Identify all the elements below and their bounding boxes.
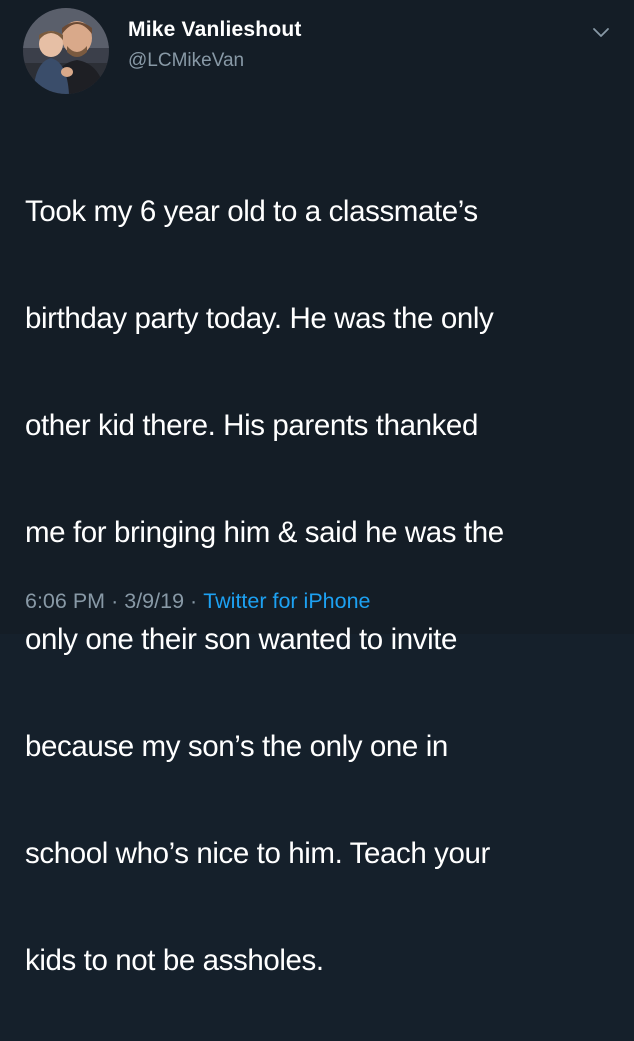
tweet-date[interactable]: 3/9/19 xyxy=(124,589,184,613)
tweet-text-line: me for bringing him & said he was the xyxy=(25,515,504,549)
tweet-text-line: only one their son wanted to invite xyxy=(25,622,458,656)
meta-separator: · xyxy=(190,589,198,613)
tweet-text-line: birthday party today. He was the only xyxy=(25,301,494,335)
author-avatar[interactable] xyxy=(23,8,109,94)
chevron-down-icon[interactable] xyxy=(590,22,612,44)
avatar-photo xyxy=(23,8,109,94)
tweet-text-line: because my son’s the only one in xyxy=(25,729,448,763)
meta-separator: · xyxy=(111,589,119,613)
tweet-text-line: other kid there. His parents thanked xyxy=(25,408,478,442)
tweet-text-line: kids to not be assholes. xyxy=(25,943,324,977)
tweet-meta: 6:06 PM · 3/9/19 · Twitter for iPhone xyxy=(25,589,371,614)
author-display-name[interactable]: Mike Vanlieshout xyxy=(128,18,302,42)
tweet-source-link[interactable]: Twitter for iPhone xyxy=(203,589,370,613)
tweet-time[interactable]: 6:06 PM xyxy=(25,589,105,613)
tweet-body: Took my 6 year old to a classmate’s birt… xyxy=(25,131,625,1041)
tweet-card: Mike Vanlieshout @LCMikeVan Took my 6 ye… xyxy=(0,0,634,977)
author-handle[interactable]: @LCMikeVan xyxy=(128,50,244,72)
tweet-text-line: Took my 6 year old to a classmate’s xyxy=(25,194,478,228)
tweet-text-line: school who’s nice to him. Teach your xyxy=(25,836,490,870)
